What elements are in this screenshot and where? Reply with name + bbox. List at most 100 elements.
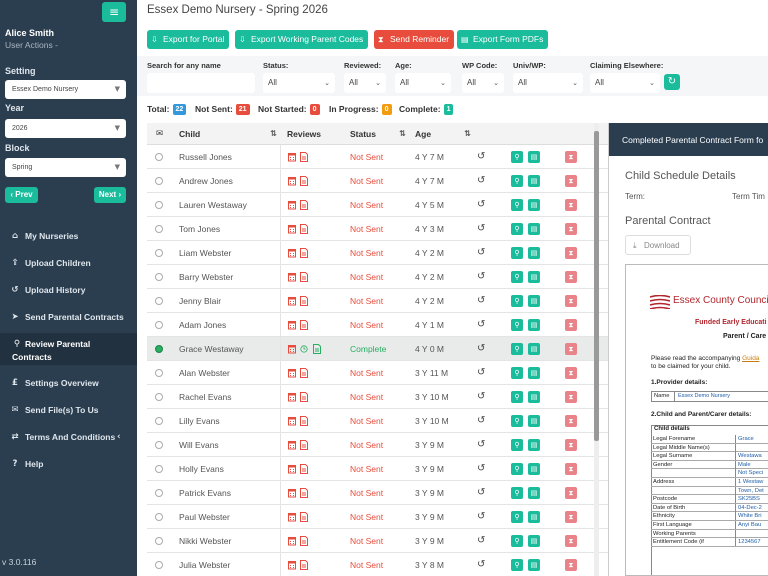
calendar-icon[interactable]: [288, 248, 296, 258]
child-name[interactable]: Barry Webster: [179, 265, 233, 289]
document-icon[interactable]: [300, 368, 308, 378]
edit-button[interactable]: ▤: [528, 223, 540, 235]
row-radio[interactable]: [155, 321, 163, 329]
edit-button[interactable]: ▤: [528, 415, 540, 427]
calendar-icon[interactable]: [288, 152, 296, 162]
calendar-icon[interactable]: [288, 512, 296, 522]
history-icon[interactable]: ↺: [477, 481, 485, 505]
history-icon[interactable]: ↺: [477, 433, 485, 457]
document-icon[interactable]: [300, 392, 308, 402]
edit-button[interactable]: ▤: [528, 367, 540, 379]
reminder-button[interactable]: ⧗: [565, 511, 577, 523]
reminder-button[interactable]: ⧗: [565, 247, 577, 259]
row-radio[interactable]: [155, 465, 163, 473]
view-button[interactable]: ⚲: [511, 463, 523, 475]
view-button[interactable]: ⚲: [511, 367, 523, 379]
document-icon[interactable]: [300, 488, 308, 498]
nav-my-nurseries[interactable]: ⌂ My Nurseries: [0, 231, 137, 241]
history-icon[interactable]: ↺: [477, 265, 485, 289]
child-name[interactable]: Grace Westaway: [179, 337, 244, 361]
row-radio[interactable]: [155, 249, 163, 257]
view-button[interactable]: ⚲: [511, 439, 523, 451]
nav-terms-and-conditions[interactable]: ⇄ Terms And Conditions ‹: [0, 432, 137, 442]
document-icon[interactable]: [300, 536, 308, 546]
calendar-icon[interactable]: [288, 392, 296, 402]
nav-review-parental-contracts[interactable]: ⚲ Review Parental Contracts: [0, 333, 137, 365]
edit-button[interactable]: ▤: [528, 559, 540, 571]
row-radio[interactable]: [155, 513, 163, 521]
view-button[interactable]: ⚲: [511, 319, 523, 331]
reminder-button[interactable]: ⧗: [565, 487, 577, 499]
search-input[interactable]: [147, 73, 255, 93]
row-radio[interactable]: [155, 369, 163, 377]
row-radio[interactable]: [155, 489, 163, 497]
child-name[interactable]: Adam Jones: [179, 313, 226, 337]
reminder-button[interactable]: ⧗: [565, 367, 577, 379]
edit-button[interactable]: ▤: [528, 247, 540, 259]
column-status[interactable]: Status ⇅: [350, 123, 406, 145]
edit-button[interactable]: ▤: [528, 463, 540, 475]
edit-button[interactable]: ▤: [528, 487, 540, 499]
edit-button[interactable]: ▤: [528, 199, 540, 211]
calendar-icon[interactable]: [288, 440, 296, 450]
prev-button[interactable]: ‹ Prev: [5, 187, 38, 203]
row-radio[interactable]: [155, 225, 163, 233]
history-icon[interactable]: ↺: [477, 553, 485, 576]
calendar-icon[interactable]: [288, 368, 296, 378]
calendar-icon[interactable]: [288, 416, 296, 426]
year-select[interactable]: 2026 ▼: [5, 119, 126, 138]
history-icon[interactable]: ↺: [477, 505, 485, 529]
row-radio[interactable]: [155, 273, 163, 281]
child-name[interactable]: Andrew Jones: [179, 169, 233, 193]
history-icon[interactable]: ↺: [477, 289, 485, 313]
column-child[interactable]: Child ⇅: [179, 123, 277, 145]
reminder-button[interactable]: ⧗: [565, 559, 577, 571]
history-icon[interactable]: ↺: [477, 313, 485, 337]
child-name[interactable]: Holly Evans: [179, 457, 224, 481]
document-icon[interactable]: [300, 296, 308, 306]
column-age[interactable]: Age ⇅: [415, 123, 471, 145]
reminder-button[interactable]: ⧗: [565, 175, 577, 187]
document-icon[interactable]: [300, 272, 308, 282]
calendar-icon[interactable]: [288, 176, 296, 186]
nav-send-parental-contracts[interactable]: ➤ Send Parental Contracts: [0, 312, 137, 322]
row-radio[interactable]: [155, 201, 163, 209]
calendar-icon[interactable]: [288, 296, 296, 306]
history-icon[interactable]: ↺: [477, 145, 485, 169]
reminder-button[interactable]: ⧗: [565, 319, 577, 331]
row-radio[interactable]: [155, 345, 163, 353]
calendar-icon[interactable]: [288, 272, 296, 282]
history-icon[interactable]: ↺: [477, 337, 485, 361]
history-icon[interactable]: ↺: [477, 217, 485, 241]
claiming-elsewhere-filter-select[interactable]: All ⌄: [590, 73, 660, 93]
calendar-icon[interactable]: [288, 560, 296, 570]
row-radio[interactable]: [155, 417, 163, 425]
calendar-icon[interactable]: [288, 488, 296, 498]
history-icon[interactable]: ↺: [477, 241, 485, 265]
reminder-button[interactable]: ⧗: [565, 271, 577, 283]
edit-button[interactable]: ▤: [528, 175, 540, 187]
view-button[interactable]: ⚲: [511, 271, 523, 283]
history-icon[interactable]: ↺: [477, 361, 485, 385]
child-name[interactable]: Tom Jones: [179, 217, 220, 241]
reminder-button[interactable]: ⧗: [565, 439, 577, 451]
child-name[interactable]: Russell Jones: [179, 145, 232, 169]
edit-button[interactable]: ▤: [528, 511, 540, 523]
calendar-icon[interactable]: [288, 536, 296, 546]
history-icon[interactable]: ↺: [477, 457, 485, 481]
history-icon[interactable]: ↺: [477, 529, 485, 553]
view-button[interactable]: ⚲: [511, 559, 523, 571]
document-icon[interactable]: [300, 440, 308, 450]
age-filter-select[interactable]: All ⌄: [395, 73, 451, 93]
reminder-button[interactable]: ⧗: [565, 391, 577, 403]
child-name[interactable]: Julia Webster: [179, 553, 230, 576]
reminder-button[interactable]: ⧗: [565, 343, 577, 355]
edit-button[interactable]: ▤: [528, 319, 540, 331]
row-radio[interactable]: [155, 537, 163, 545]
document-icon[interactable]: [300, 416, 308, 426]
univ-wp-filter-select[interactable]: All ⌄: [513, 73, 583, 93]
nav-send-files[interactable]: ✉ Send File(s) To Us: [0, 405, 137, 415]
view-button[interactable]: ⚲: [511, 415, 523, 427]
pdf-preview[interactable]: Essex County Counci Funded Early Educati…: [625, 264, 768, 576]
view-button[interactable]: ⚲: [511, 199, 523, 211]
